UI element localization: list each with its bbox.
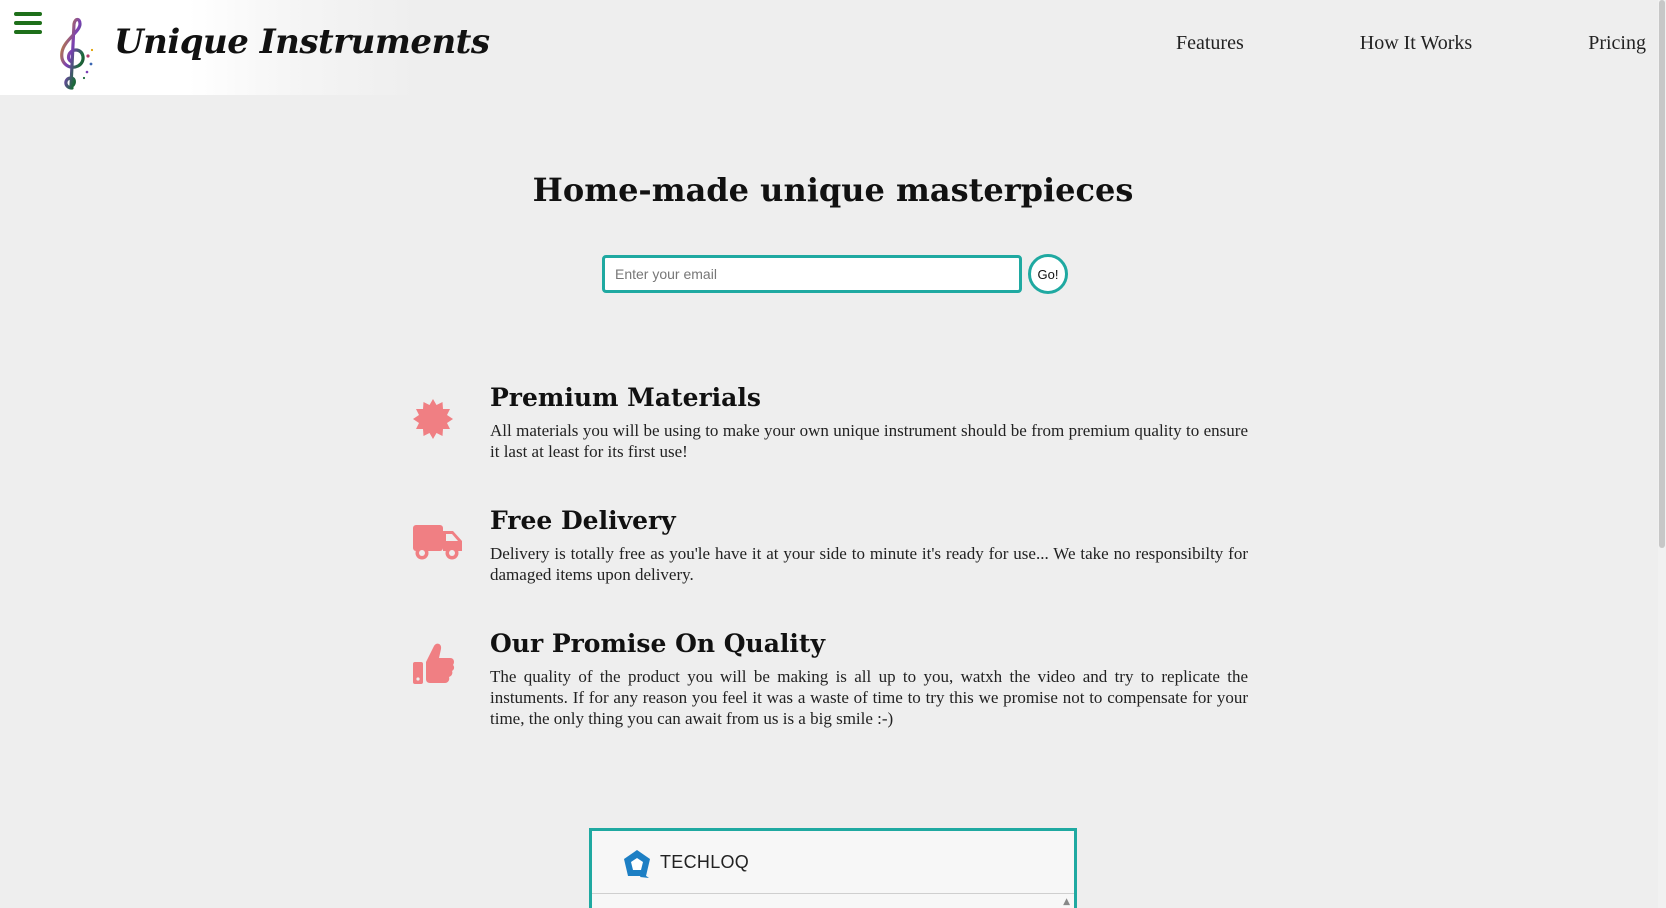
feature-description: Delivery is totally free as you'le have … bbox=[490, 544, 1248, 584]
video-channel-name: TECHLOQ bbox=[660, 852, 750, 872]
techloq-logo-icon bbox=[624, 850, 650, 878]
embedded-video[interactable]: TECHLOQ ▲ bbox=[589, 828, 1077, 908]
scrollbar-thumb[interactable] bbox=[1659, 0, 1665, 548]
feature-title: Premium Materials bbox=[490, 383, 761, 412]
thumbs-up-icon bbox=[413, 643, 455, 684]
nav-link-pricing[interactable]: Pricing bbox=[1588, 32, 1646, 55]
nav-link-how-it-works[interactable]: How It Works bbox=[1360, 32, 1472, 55]
hamburger-menu-icon[interactable] bbox=[14, 12, 42, 34]
scroll-up-icon[interactable]: ▲ bbox=[1063, 897, 1070, 907]
site-header: Unique Instruments Features How It Works… bbox=[0, 0, 1666, 95]
treble-clef-logo-icon bbox=[60, 17, 94, 90]
truck-icon bbox=[413, 525, 462, 560]
brand-area: Unique Instruments bbox=[0, 0, 490, 95]
feature-title: Our Promise On Quality bbox=[490, 629, 825, 658]
feature-description: The quality of the product you will be m… bbox=[490, 667, 1248, 728]
badge-icon bbox=[413, 399, 453, 439]
brand-name: Unique Instruments bbox=[114, 22, 490, 62]
page-scrollbar[interactable] bbox=[1658, 0, 1666, 908]
feature-title: Free Delivery bbox=[490, 506, 676, 535]
page: Unique Instruments Features How It Works… bbox=[0, 0, 1666, 908]
feature-description: All materials you will be using to make … bbox=[490, 421, 1248, 461]
nav-link-features[interactable]: Features bbox=[1176, 32, 1244, 55]
go-button[interactable]: Go! bbox=[1028, 254, 1068, 294]
main-nav: Features How It Works Pricing bbox=[1060, 32, 1646, 55]
divider bbox=[592, 893, 1074, 894]
hero-title: Home-made unique masterpieces bbox=[532, 171, 1134, 210]
email-input[interactable] bbox=[602, 255, 1022, 293]
email-signup-form: Go! bbox=[602, 254, 1068, 294]
